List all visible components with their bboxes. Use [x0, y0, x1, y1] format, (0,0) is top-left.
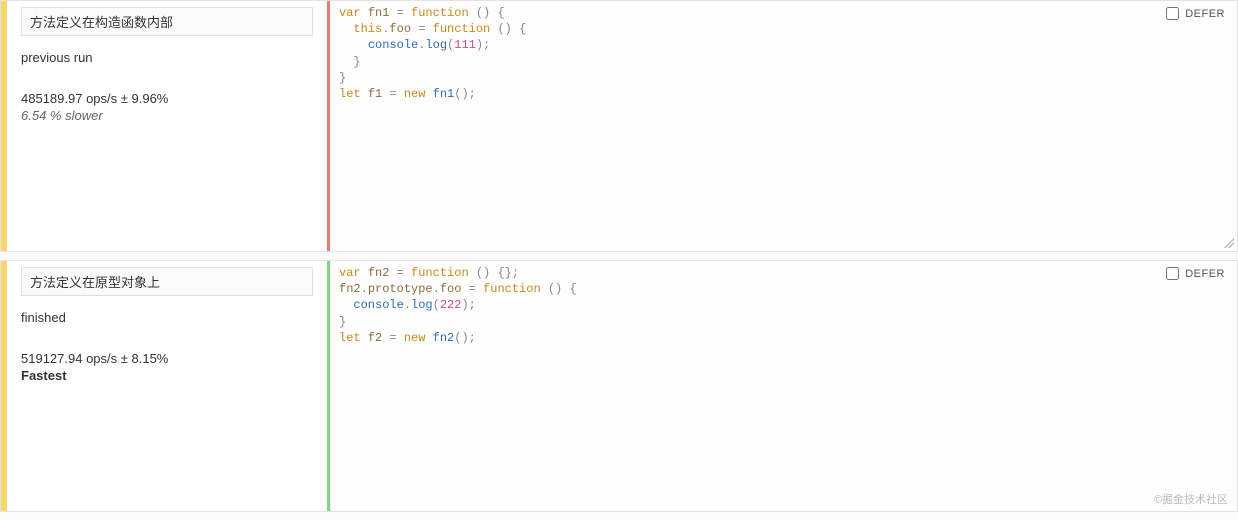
ops-value: 485189.97 ops/s ± 9.96%	[21, 91, 313, 106]
test-status: finished	[21, 310, 313, 325]
test-status: previous run	[21, 50, 313, 65]
test-title-input[interactable]: 方法定义在原型对象上	[21, 267, 313, 296]
defer-toggle[interactable]: DEFER	[1166, 7, 1225, 20]
left-panel: 方法定义在构造函数内部 previous run 485189.97 ops/s ±…	[7, 1, 327, 251]
test-row: 方法定义在原型对象上 finished 519127.94 ops/s ± 8.15…	[0, 260, 1238, 512]
slower-label: 6.54 % slower	[21, 108, 313, 123]
code-panel: var fn1 = function () { this.foo = funct…	[330, 1, 1237, 251]
test-title-input[interactable]: 方法定义在构造函数内部	[21, 7, 313, 36]
fastest-label: Fastest	[21, 368, 313, 383]
code-editor[interactable]: var fn1 = function () { this.foo = funct…	[331, 1, 1237, 106]
defer-label: DEFER	[1185, 8, 1225, 20]
defer-label: DEFER	[1185, 268, 1225, 280]
resize-handle-icon[interactable]	[1224, 238, 1234, 248]
watermark: ©掘金技术社区	[1154, 491, 1228, 507]
code-panel: var fn2 = function () {}; fn2.prototype.…	[330, 261, 1237, 511]
defer-toggle[interactable]: DEFER	[1166, 267, 1225, 280]
defer-checkbox[interactable]	[1166, 267, 1179, 280]
code-editor[interactable]: var fn2 = function () {}; fn2.prototype.…	[331, 261, 1237, 350]
left-panel: 方法定义在原型对象上 finished 519127.94 ops/s ± 8.15…	[7, 261, 327, 511]
ops-value: 519127.94 ops/s ± 8.15%	[21, 351, 313, 366]
defer-checkbox[interactable]	[1166, 7, 1179, 20]
test-row: 方法定义在构造函数内部 previous run 485189.97 ops/s ±…	[0, 0, 1238, 252]
